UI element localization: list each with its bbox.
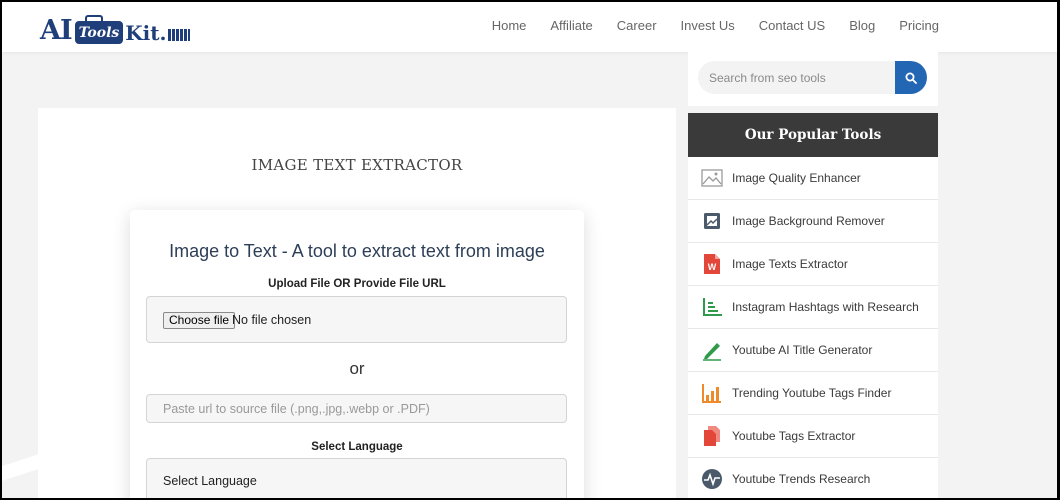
popular-tool-label: Image Texts Extractor <box>732 257 848 271</box>
popular-tool-label: Youtube Trends Research <box>732 472 871 486</box>
image-icon <box>700 166 724 190</box>
logo-grid-icon <box>168 29 191 41</box>
popular-tool-item[interactable]: Image Quality Enhancer <box>688 157 938 200</box>
language-select[interactable]: Select Language <box>146 458 567 498</box>
logo-ai-text: AI <box>40 15 73 46</box>
file-status-text: No file chosen <box>232 313 312 327</box>
popular-tool-item[interactable]: Instagram Hashtags with Research <box>688 286 938 329</box>
popular-tool-item[interactable]: Image Background Remover <box>688 200 938 243</box>
popular-tool-item[interactable]: Youtube Tags Extractor <box>688 415 938 458</box>
popular-tool-label: Youtube AI Title Generator <box>732 343 873 357</box>
popular-tool-label: Youtube Tags Extractor <box>732 429 856 443</box>
file-url-input[interactable] <box>146 394 567 423</box>
search-icon <box>905 72 917 84</box>
svg-text:W: W <box>708 262 717 272</box>
language-label: Select Language <box>311 441 403 453</box>
popular-tool-item[interactable]: Youtube AI Title Generator <box>688 329 938 372</box>
choose-file-button[interactable]: Choose file <box>163 312 236 329</box>
popular-tool-label: Trending Youtube Tags Finder <box>732 386 892 400</box>
nav-affiliate[interactable]: Affiliate <box>550 18 592 33</box>
logo-kit-text: Kit. <box>125 21 167 45</box>
nav-invest-us[interactable]: Invest Us <box>681 18 735 33</box>
popular-tool-label: Image Background Remover <box>732 214 885 228</box>
bar-chart-icon <box>700 381 724 405</box>
chart-axis-icon <box>700 295 724 319</box>
page-frame: AI Tools Kit. Home Affiliate Career Inve… <box>2 2 1057 498</box>
popular-tool-item[interactable]: W Image Texts Extractor <box>688 243 938 286</box>
document-copy-icon <box>700 424 724 448</box>
popular-tool-item[interactable]: Trending Youtube Tags Finder <box>688 372 938 415</box>
image-frame-icon <box>700 209 724 233</box>
upload-label: Upload File OR Provide File URL <box>268 278 446 290</box>
file-upload-field[interactable]: Choose file No file chosen <box>146 296 567 343</box>
pulse-badge-icon <box>700 467 724 491</box>
language-select-value: Select Language <box>163 474 257 488</box>
pencil-icon <box>700 338 724 362</box>
popular-tools-panel: Our Popular Tools Image Quality Enhancer <box>688 113 938 498</box>
search-button[interactable] <box>895 61 927 94</box>
popular-tool-label: Instagram Hashtags with Research <box>732 300 919 314</box>
sidebar-search <box>688 52 938 106</box>
nav-pricing[interactable]: Pricing <box>899 18 939 33</box>
word-document-icon: W <box>700 252 724 276</box>
image-to-text-tool: Image to Text - A tool to extract text f… <box>130 210 584 498</box>
popular-tools-title: Our Popular Tools <box>688 113 938 157</box>
logo-tools-badge: Tools <box>74 15 124 44</box>
nav-blog[interactable]: Blog <box>849 18 875 33</box>
main-nav: Home Affiliate Career Invest Us Contact … <box>492 18 939 33</box>
popular-tool-item[interactable]: Youtube Trends Research <box>688 458 938 498</box>
site-header: AI Tools Kit. Home Affiliate Career Inve… <box>2 2 1057 52</box>
tool-heading: Image to Text - A tool to extract text f… <box>169 241 545 261</box>
popular-tool-label: Image Quality Enhancer <box>732 171 861 185</box>
nav-home[interactable]: Home <box>492 18 527 33</box>
site-logo[interactable]: AI Tools Kit. <box>40 10 191 46</box>
or-separator: or <box>349 359 365 378</box>
page-title: IMAGE TEXT EXTRACTOR <box>251 156 463 174</box>
search-input[interactable] <box>698 61 898 94</box>
nav-career[interactable]: Career <box>617 18 657 33</box>
nav-contact-us[interactable]: Contact US <box>759 18 825 33</box>
main-content-card: IMAGE TEXT EXTRACTOR Image to Text - A t… <box>38 108 676 498</box>
